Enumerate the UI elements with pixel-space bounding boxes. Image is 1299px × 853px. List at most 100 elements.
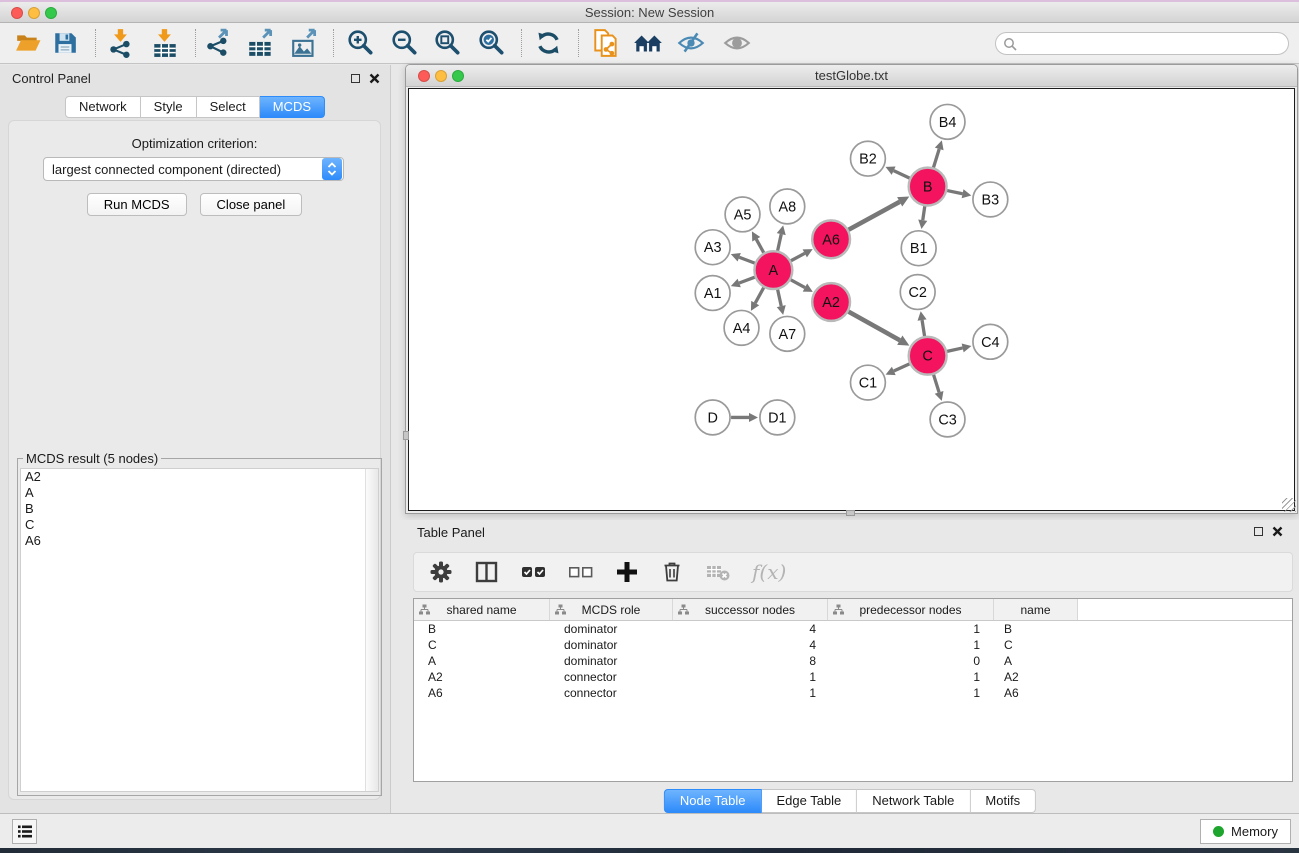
float-panel-icon[interactable] (351, 74, 360, 83)
graph-node-A1[interactable]: A1 (695, 276, 730, 311)
graph-edge-A-A3[interactable] (731, 253, 755, 263)
graph-node-A7[interactable]: A7 (770, 316, 805, 351)
graph-edge-C-C1[interactable] (886, 364, 910, 375)
graph-edge-A-A6[interactable] (791, 249, 813, 261)
hide-panel-icon[interactable] (676, 30, 706, 56)
mcds-result-item[interactable]: A (21, 485, 378, 501)
graph-node-B[interactable]: B (909, 168, 947, 206)
minimize-network-button[interactable] (435, 70, 447, 82)
graph-node-C[interactable]: C (909, 337, 947, 375)
mcds-result-item[interactable]: A6 (21, 533, 378, 549)
graph-node-A5[interactable]: A5 (725, 197, 760, 232)
column-header-successor-nodes[interactable]: successor nodes (673, 599, 828, 620)
graph-node-A8[interactable]: A8 (770, 189, 805, 224)
graph-edge-B-B4[interactable] (933, 140, 943, 167)
graph-node-A[interactable]: A (754, 251, 792, 289)
tab-edge-table[interactable]: Edge Table (761, 789, 857, 813)
graph-edge-B-B3[interactable] (947, 189, 971, 198)
show-panel-icon[interactable] (722, 30, 752, 56)
graph-edge-A-A4[interactable] (751, 288, 764, 311)
graph-node-A6[interactable]: A6 (812, 220, 850, 258)
deselect-all-icon[interactable] (568, 562, 594, 582)
graph-edge-B-B1[interactable] (918, 206, 927, 229)
close-panel-icon[interactable] (369, 73, 380, 84)
graph-node-A2[interactable]: A2 (812, 283, 850, 321)
graph-node-D[interactable]: D (695, 400, 730, 435)
table-row[interactable]: A6connector11A6 (414, 685, 1292, 701)
import-table-icon[interactable] (151, 28, 179, 58)
tab-motifs[interactable]: Motifs (970, 789, 1036, 813)
memory-button[interactable]: Memory (1200, 819, 1291, 844)
save-session-icon[interactable] (52, 30, 78, 56)
mcds-result-item[interactable]: A2 (21, 469, 378, 485)
refresh-layout-icon[interactable] (535, 29, 563, 57)
graph-edge-A-A1[interactable] (731, 277, 755, 287)
task-history-button[interactable] (12, 819, 37, 844)
graph-node-D1[interactable]: D1 (760, 400, 795, 435)
zoom-out-icon[interactable] (391, 29, 419, 57)
column-header-shared-name[interactable]: shared name (414, 599, 550, 620)
column-header-predecessor-nodes[interactable]: predecessor nodes (828, 599, 994, 620)
graph-node-A4[interactable]: A4 (724, 310, 759, 345)
export-network-icon[interactable] (205, 28, 233, 58)
graph-node-C4[interactable]: C4 (973, 324, 1008, 359)
tab-node-table[interactable]: Node Table (664, 789, 762, 813)
network-window-titlebar[interactable]: testGlobe.txt (406, 65, 1297, 87)
optimization-criterion-select[interactable]: largest connected component (directed) (43, 157, 344, 181)
table-row[interactable]: Cdominator41C (414, 637, 1292, 653)
close-network-button[interactable] (418, 70, 430, 82)
splitter-handle[interactable] (403, 431, 409, 440)
new-network-icon[interactable] (592, 28, 620, 58)
graph-node-B2[interactable]: B2 (851, 141, 886, 176)
maximize-window-button[interactable] (45, 7, 57, 19)
search-input[interactable] (995, 32, 1289, 55)
graph-edge-D-D1[interactable] (731, 413, 758, 422)
tab-style[interactable]: Style (141, 96, 197, 118)
delete-icon[interactable] (660, 560, 684, 584)
open-session-icon[interactable] (14, 30, 42, 56)
export-table-icon[interactable] (247, 28, 275, 58)
export-image-icon[interactable] (291, 28, 319, 58)
close-panel-icon[interactable] (1272, 526, 1283, 537)
tab-select[interactable]: Select (197, 96, 260, 118)
zoom-in-icon[interactable] (347, 29, 375, 57)
close-window-button[interactable] (11, 7, 23, 19)
graph-edge-A-A7[interactable] (777, 290, 786, 315)
graph-edge-A6-B[interactable] (849, 197, 910, 230)
add-icon[interactable] (615, 560, 639, 584)
column-icon[interactable] (474, 560, 500, 584)
home-icon[interactable] (632, 30, 664, 56)
graph-node-C2[interactable]: C2 (900, 275, 935, 310)
graph-edge-A-A2[interactable] (791, 280, 813, 292)
table-row[interactable]: Adominator80A (414, 653, 1292, 669)
graph-edge-C-C2[interactable] (918, 311, 927, 336)
graph-node-C3[interactable]: C3 (930, 402, 965, 437)
network-canvas[interactable]: AA1A2A3A4A5A6A7A8BB1B2B3B4CC1C2C3C4DD1 (408, 88, 1295, 511)
graph-edge-A-A8[interactable] (777, 225, 786, 250)
run-mcds-button[interactable]: Run MCDS (87, 193, 187, 216)
graph-edge-C-C4[interactable] (947, 343, 971, 352)
graph-edge-B-B2[interactable] (886, 167, 910, 179)
mcds-result-item[interactable]: B (21, 501, 378, 517)
tab-network[interactable]: Network (65, 96, 141, 118)
zoom-selected-icon[interactable] (478, 29, 506, 57)
table-row[interactable]: A2connector11A2 (414, 669, 1292, 685)
import-network-icon[interactable] (107, 28, 135, 58)
graph-node-C1[interactable]: C1 (851, 365, 886, 400)
tab-mcds[interactable]: MCDS (260, 96, 325, 118)
float-panel-icon[interactable] (1254, 527, 1263, 536)
graph-node-B3[interactable]: B3 (973, 182, 1008, 217)
column-header-name[interactable]: name (994, 599, 1078, 620)
graph-edge-A2-C[interactable] (848, 312, 909, 346)
resize-grip-icon[interactable] (1282, 498, 1296, 512)
graph-node-B4[interactable]: B4 (930, 104, 965, 139)
settings-gear-icon[interactable] (429, 560, 453, 584)
tab-network-table[interactable]: Network Table (857, 789, 970, 813)
maximize-network-button[interactable] (452, 70, 464, 82)
column-header-MCDS-role[interactable]: MCDS role (550, 599, 673, 620)
scrollbar[interactable] (365, 469, 378, 791)
splitter-handle[interactable] (846, 510, 855, 516)
zoom-fit-icon[interactable] (434, 29, 462, 57)
close-panel-button[interactable]: Close panel (200, 193, 303, 216)
search-text-field[interactable] (1017, 36, 1288, 52)
